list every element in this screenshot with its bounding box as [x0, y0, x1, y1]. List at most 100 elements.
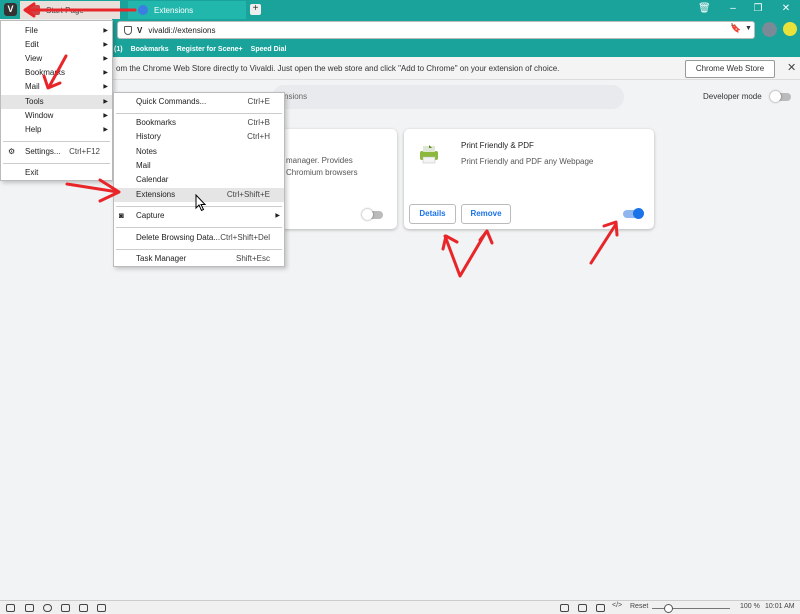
menu-item-tools[interactable]: Tools ▶ [1, 95, 112, 109]
close-icon[interactable]: ✕ [780, 3, 792, 15]
menu-item-shortcut: Ctrl+H [247, 132, 270, 141]
zoom-reset-button[interactable]: Reset [630, 603, 648, 610]
menu-item-label: Exit [25, 168, 39, 177]
tab-bar: V Start Page Extensions + 🗑 – ❐ ✕ [0, 0, 800, 19]
annotation-arrow [478, 229, 494, 245]
mail-icon[interactable] [61, 604, 70, 612]
menu-item-file[interactable]: File ▶ [1, 24, 112, 38]
url-text: vivaldi://extensions [148, 25, 216, 35]
menu-item-shortcut: Ctrl+Shift+E [226, 190, 270, 199]
menu-separator [116, 206, 282, 207]
annotation-arrow [589, 222, 618, 265]
menu-item-shortcut: Shift+Esc [235, 254, 270, 263]
bookmark-icon[interactable]: 🔖 [730, 23, 741, 34]
chevron-right-icon: ▶ [103, 42, 108, 48]
extension-enable-toggle[interactable] [362, 209, 383, 220]
new-tab-button[interactable]: + [250, 4, 261, 15]
minimize-icon[interactable]: – [727, 3, 739, 15]
description-line: Chromium browsers [286, 168, 358, 177]
calendar-icon[interactable] [79, 604, 88, 612]
vivaldi-menu-button[interactable]: V [4, 3, 17, 16]
extension-title: Print Friendly & PDF [461, 141, 534, 150]
menu-item-history[interactable]: History Ctrl+H [114, 130, 284, 144]
restore-icon[interactable]: ❐ [752, 3, 764, 15]
menu-item-label: Mail [136, 161, 151, 170]
chevron-right-icon: ▶ [103, 70, 108, 76]
menu-item-label: Settings... [25, 147, 61, 156]
menu-item-notes[interactable]: Notes [114, 145, 284, 159]
chevron-right-icon: ▶ [103, 99, 108, 105]
search-extensions-input[interactable]: nsions [272, 85, 624, 109]
tab-start-page[interactable]: Start Page [20, 1, 120, 19]
bookmark-item[interactable]: (1) [114, 46, 123, 53]
extension-description: Print Friendly and PDF any Webpage [461, 157, 594, 166]
chevron-right-icon: ▶ [103, 113, 108, 119]
menu-item-label: Task Manager [136, 254, 187, 263]
bookmark-item[interactable]: Register for Scene+ [177, 46, 243, 53]
extension-description: manager. Provides Chromium browsers [286, 155, 358, 179]
code-icon[interactable]: </> [612, 602, 622, 609]
menu-item-quick-commands[interactable]: Quick Commands... Ctrl+E [114, 95, 284, 109]
menu-item-shortcut: Ctrl+B [247, 118, 270, 127]
menu-item-task-manager[interactable]: Task Manager Shift+Esc [114, 252, 284, 266]
menu-item-label: Extensions [136, 190, 176, 199]
tab-extensions[interactable]: Extensions [128, 1, 246, 19]
menu-item-view[interactable]: View ▶ [1, 52, 112, 66]
chevron-right-icon: ▶ [275, 213, 280, 219]
menu-item-exit[interactable]: Exit [1, 166, 112, 180]
tasks-icon[interactable] [97, 604, 106, 612]
trash-icon[interactable]: 🗑 [698, 3, 711, 15]
menu-item-extensions[interactable]: Extensions Ctrl+Shift+E [114, 188, 284, 202]
menu-item-label: Edit [25, 40, 39, 49]
details-button[interactable]: Details [409, 204, 456, 224]
extension-enable-toggle[interactable] [623, 208, 644, 219]
zoom-level: 100 % [740, 603, 760, 610]
menu-item-label: Delete Browsing Data... [136, 233, 221, 242]
menu-item-edit[interactable]: Edit ▶ [1, 38, 112, 52]
menu-item-window[interactable]: Window ▶ [1, 109, 112, 123]
toggle-knob [633, 208, 644, 219]
menu-item-mail[interactable]: Mail [114, 159, 284, 173]
menu-item-label: File [25, 26, 38, 35]
bookmark-item[interactable]: Speed Dial [251, 46, 287, 53]
extensions-tab-icon [138, 5, 148, 15]
camera-icon[interactable] [560, 604, 569, 612]
panel-toggle-icon[interactable] [6, 604, 15, 612]
sync-icon[interactable] [43, 604, 52, 612]
annotation-arrow [441, 234, 459, 251]
menu-item-settings[interactable]: ⚙ Settings... Ctrl+F12 [1, 145, 112, 159]
remove-button[interactable]: Remove [461, 204, 511, 224]
window-icon[interactable] [25, 604, 34, 612]
extension-card-print-friendly: Print Friendly & PDF Print Friendly and … [404, 129, 654, 229]
chevron-right-icon: ▶ [103, 127, 108, 133]
toggle-knob [362, 209, 373, 220]
menu-item-capture[interactable]: ◙ Capture ▶ [114, 209, 284, 223]
close-icon[interactable]: ✕ [787, 61, 796, 74]
extension-card: manager. Provides Chromium browsers [281, 129, 397, 229]
clock: 10:01 AM [765, 603, 795, 610]
address-bar: V vivaldi://extensions 🔖 ▼ [112, 19, 800, 41]
menu-separator [3, 141, 110, 142]
main-menu: File ▶ Edit ▶ View ▶ Bookmarks ▶ Mail ▶ Tools… [0, 20, 113, 181]
developer-mode-toggle[interactable] [770, 91, 791, 102]
zoom-slider-handle[interactable] [664, 604, 673, 613]
chrome-web-store-button[interactable]: Chrome Web Store [685, 60, 775, 78]
menu-item-bookmarks[interactable]: Bookmarks Ctrl+B [114, 116, 284, 130]
tiling-icon[interactable] [578, 604, 587, 612]
menu-item-help[interactable]: Help ▶ [1, 123, 112, 137]
annotation-arrow [65, 182, 120, 194]
extension-icon[interactable] [783, 22, 797, 36]
shield-icon [124, 25, 132, 35]
chevron-down-icon[interactable]: ▼ [745, 25, 752, 32]
image-icon[interactable] [596, 604, 605, 612]
avatar[interactable] [762, 22, 777, 37]
bookmark-item[interactable]: Bookmarks [131, 46, 169, 53]
menu-item-calendar[interactable]: Calendar [114, 173, 284, 187]
menu-item-label: Notes [136, 147, 157, 156]
url-field[interactable]: V vivaldi://extensions [117, 21, 755, 39]
bookmarks-bar: (1) Bookmarks Register for Scene+ Speed … [112, 41, 800, 57]
menu-item-mail[interactable]: Mail ▶ [1, 80, 112, 94]
start-page-icon [30, 5, 40, 15]
menu-item-bookmarks[interactable]: Bookmarks ▶ [1, 66, 112, 80]
menu-item-delete-browsing-data[interactable]: Delete Browsing Data... Ctrl+Shift+Del [114, 231, 284, 245]
